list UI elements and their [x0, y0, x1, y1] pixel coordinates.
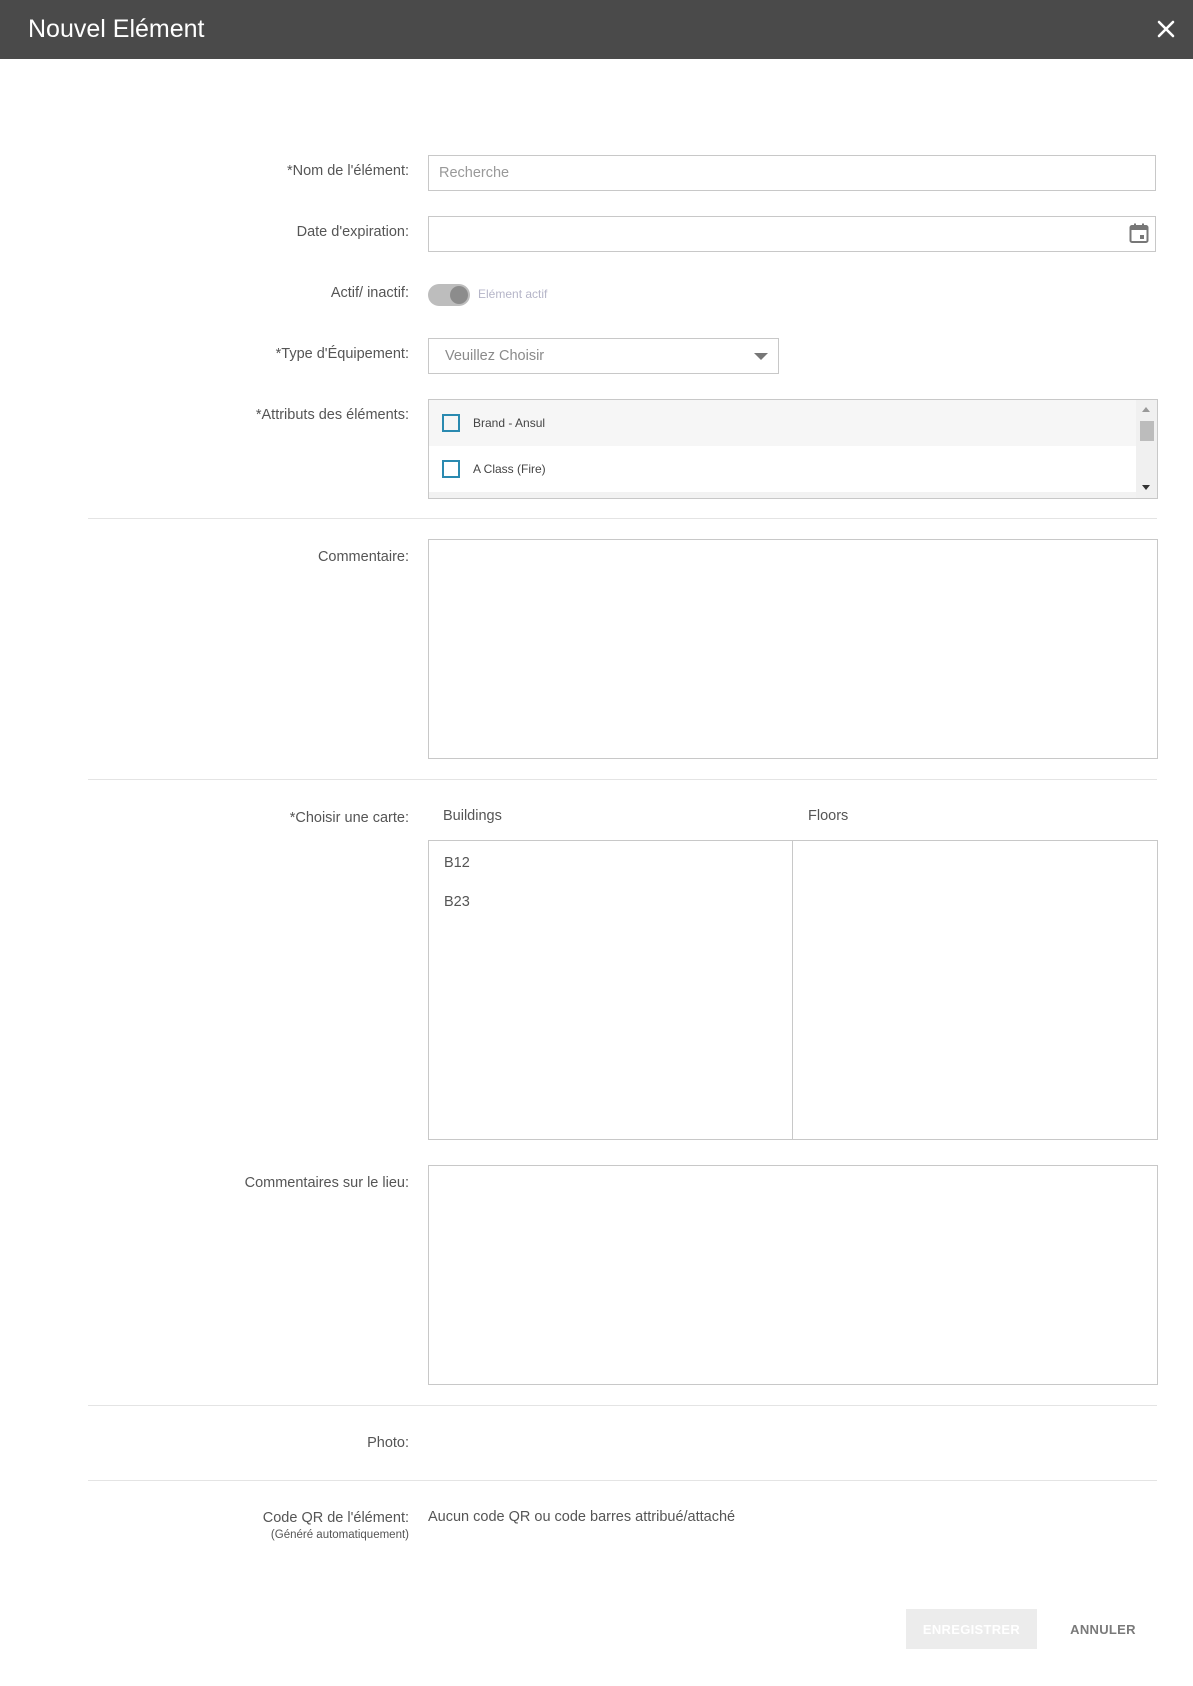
expiration-label: Date d'expiration: — [296, 224, 409, 240]
buildings-list: B12 B23 — [428, 840, 793, 1140]
comment-textarea[interactable] — [428, 539, 1158, 759]
scroll-down-icon[interactable] — [1142, 485, 1150, 490]
attribute-label: A Class (Fire) — [473, 462, 546, 476]
location-comment-label: Commentaires sur le lieu: — [244, 1175, 409, 1191]
list-item[interactable]: A Class (Fire) — [429, 446, 1136, 492]
active-toggle-text: Elément actif — [478, 287, 548, 301]
attributes-scrollbar[interactable] — [1136, 400, 1157, 498]
dialog-titlebar: Nouvel Elément — [0, 0, 1193, 59]
qr-label: Code QR de l'élément: (Généré automatiqu… — [263, 1510, 409, 1541]
list-item-partial — [429, 492, 1136, 498]
toggle-knob — [450, 286, 468, 304]
buildings-header: Buildings — [443, 808, 502, 824]
scroll-up-icon[interactable] — [1142, 407, 1150, 412]
floors-header: Floors — [808, 808, 849, 824]
attributes-label: *Attributs des éléments: — [255, 407, 409, 423]
attributes-list: Brand - Ansul A Class (Fire) — [428, 399, 1158, 499]
name-label: *Nom de l'élément: — [286, 163, 409, 179]
scrollbar-thumb[interactable] — [1140, 421, 1154, 441]
map-label: *Choisir une carte: — [289, 810, 409, 826]
floors-list — [792, 840, 1158, 1140]
name-input[interactable] — [428, 155, 1156, 191]
section-divider — [88, 1405, 1157, 1406]
equipment-type-value: Veuillez Choisir — [445, 348, 545, 364]
section-divider — [88, 1480, 1157, 1481]
building-item[interactable]: B23 — [444, 894, 470, 910]
qr-label-text: Code QR de l'élément: — [262, 1510, 409, 1526]
attribute-checkbox[interactable] — [442, 414, 460, 432]
location-comment-textarea[interactable] — [428, 1165, 1158, 1385]
close-icon[interactable] — [1151, 14, 1181, 44]
equipment-type-select[interactable]: Veuillez Choisir — [428, 338, 779, 374]
photo-label: Photo: — [367, 1435, 409, 1451]
active-toggle[interactable] — [428, 284, 470, 306]
cancel-button[interactable]: ANNULER — [1055, 1609, 1151, 1649]
calendar-icon[interactable] — [1128, 222, 1150, 244]
qr-value: Aucun code QR ou code barres attribué/at… — [428, 1509, 736, 1525]
active-label: Actif/ inactif: — [330, 285, 409, 301]
section-divider — [88, 518, 1157, 519]
expiration-date-input[interactable] — [428, 216, 1156, 252]
comment-label: Commentaire: — [317, 549, 409, 565]
attribute-checkbox[interactable] — [442, 460, 460, 478]
section-divider — [88, 779, 1157, 780]
attribute-label: Brand - Ansul — [473, 416, 546, 430]
save-button[interactable]: ENREGISTRER — [906, 1609, 1037, 1649]
building-item[interactable]: B12 — [444, 855, 470, 871]
list-item[interactable]: Brand - Ansul — [429, 400, 1136, 446]
dialog-title: Nouvel Elément — [28, 15, 205, 43]
qr-sublabel: (Généré automatiquement) — [270, 1529, 409, 1541]
equipment-type-label: *Type d'Équipement: — [275, 346, 409, 362]
chevron-down-icon — [754, 353, 768, 360]
